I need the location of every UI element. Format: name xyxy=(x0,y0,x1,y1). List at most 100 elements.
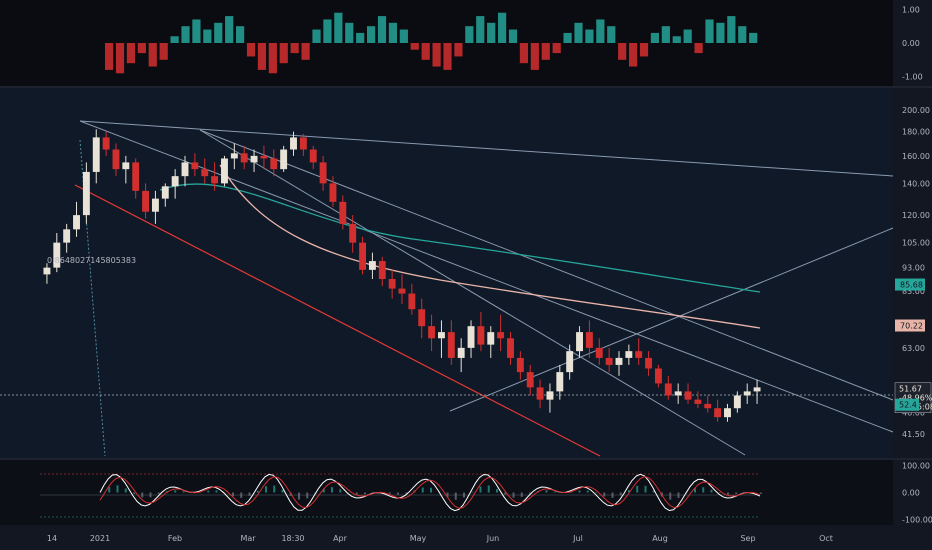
osc-hist-bar xyxy=(586,490,589,493)
time-axis-label: Sep xyxy=(740,534,755,543)
histogram-bar xyxy=(312,29,321,43)
candle-body xyxy=(142,190,150,212)
osc-hist-bar xyxy=(718,492,721,494)
histogram-bar xyxy=(629,43,638,67)
candle-body xyxy=(349,223,357,243)
osc-hist-bar xyxy=(215,490,218,493)
histogram-bar xyxy=(181,26,190,43)
time-axis-label: Jul xyxy=(572,534,583,543)
osc-hist-bar xyxy=(471,491,474,493)
candle-body xyxy=(63,229,71,243)
osc-hist-bar xyxy=(149,492,152,498)
histogram-bar xyxy=(443,43,452,70)
histogram-bar xyxy=(170,36,179,43)
candle-body xyxy=(724,408,731,418)
candle-body xyxy=(388,279,396,289)
histogram-bar xyxy=(421,43,430,60)
candle-body xyxy=(280,149,288,170)
histogram-bar xyxy=(115,43,125,74)
osc-hist-bar xyxy=(256,490,259,493)
candle-body xyxy=(191,162,199,170)
osc-hist-bar xyxy=(520,492,523,497)
candle-body xyxy=(418,309,426,327)
histogram-bar xyxy=(661,26,670,43)
histogram-bar xyxy=(246,43,256,57)
time-axis-label: Mar xyxy=(240,534,256,543)
candle-body xyxy=(654,368,662,384)
extra-price-tag-label: 52.4 xyxy=(899,401,917,410)
osc-hist-bar xyxy=(116,485,119,493)
histogram-bar xyxy=(705,19,714,43)
bottom-indicator-pane: 100.00 0.00 -100.00 xyxy=(0,460,932,525)
candle-body xyxy=(447,332,455,358)
candle-body xyxy=(240,153,248,163)
candle-body xyxy=(733,395,741,409)
candle-body xyxy=(556,372,564,392)
osc-hist-bar xyxy=(207,490,210,493)
candle-body xyxy=(625,351,633,358)
candle-body xyxy=(181,162,189,177)
candle-body xyxy=(487,332,495,345)
price-tick: 105.00 xyxy=(902,239,930,248)
price-tick: 93.00 xyxy=(902,264,925,273)
candle-body xyxy=(260,155,268,159)
osc-hist-bar xyxy=(281,489,284,493)
candle-body xyxy=(743,391,751,396)
osc-hist-bar xyxy=(298,492,300,500)
histogram-bar xyxy=(563,32,572,43)
time-axis-label: 2021 xyxy=(90,534,110,543)
osc-hist-bar xyxy=(735,492,738,495)
price-tick: 140.00 xyxy=(902,179,930,188)
histogram-bar xyxy=(618,43,627,60)
candle-body xyxy=(43,267,51,275)
chart-canvas: 1.00 0.00 -1.00 0.8648027145805383 200.00 1… xyxy=(0,0,932,550)
osc-hist-bar xyxy=(174,490,177,493)
candle-body xyxy=(73,215,80,230)
time-axis-label: Oct xyxy=(819,534,833,543)
osc-hist-bar xyxy=(108,486,111,493)
histogram-bar xyxy=(203,29,212,43)
histogram-bar xyxy=(727,16,736,43)
osc-hist-bar xyxy=(487,485,490,493)
histogram-bar xyxy=(432,43,441,67)
candle-body xyxy=(704,403,712,409)
histogram-bar xyxy=(552,43,561,54)
osc-hist-bar xyxy=(339,489,342,493)
histogram-bar xyxy=(530,43,539,70)
candle-body xyxy=(507,338,514,358)
histogram-bar xyxy=(672,36,681,43)
price-tag-label: 70.22 xyxy=(900,322,923,331)
osc-hist-bar xyxy=(463,492,465,498)
osc-hist-bar xyxy=(545,490,548,493)
main-pane-bg xyxy=(0,88,893,458)
annotation-value: 0.8648027145805383 xyxy=(47,256,136,265)
bottom-axis-tick: -100.00 xyxy=(902,515,932,524)
price-tick: 63.00 xyxy=(902,344,925,353)
candle-body xyxy=(576,332,583,352)
osc-hist-bar xyxy=(124,488,127,493)
histogram-bar xyxy=(716,22,725,43)
candle-body xyxy=(467,326,475,348)
price-tick: 180.00 xyxy=(902,128,930,137)
candle-body xyxy=(290,137,297,150)
candle-body xyxy=(398,288,406,294)
histogram-bar xyxy=(749,32,758,43)
histogram-bar xyxy=(738,26,747,43)
candle-body xyxy=(546,391,554,400)
candle-body xyxy=(132,162,140,191)
histogram-bar xyxy=(290,43,299,54)
osc-hist-bar xyxy=(240,492,243,498)
candle-body xyxy=(536,387,544,400)
osc-hist-bar xyxy=(331,487,333,493)
candle-body xyxy=(309,149,317,163)
histogram-bar xyxy=(126,43,136,64)
candle-body xyxy=(635,351,643,358)
osc-hist-bar xyxy=(232,492,234,497)
candle-body xyxy=(122,162,130,170)
osc-hist-bar xyxy=(669,492,672,500)
candle-body xyxy=(329,183,337,202)
candle-body xyxy=(151,198,159,212)
candle-body xyxy=(82,171,90,216)
candle-body xyxy=(753,387,761,392)
candle-body xyxy=(645,357,653,369)
